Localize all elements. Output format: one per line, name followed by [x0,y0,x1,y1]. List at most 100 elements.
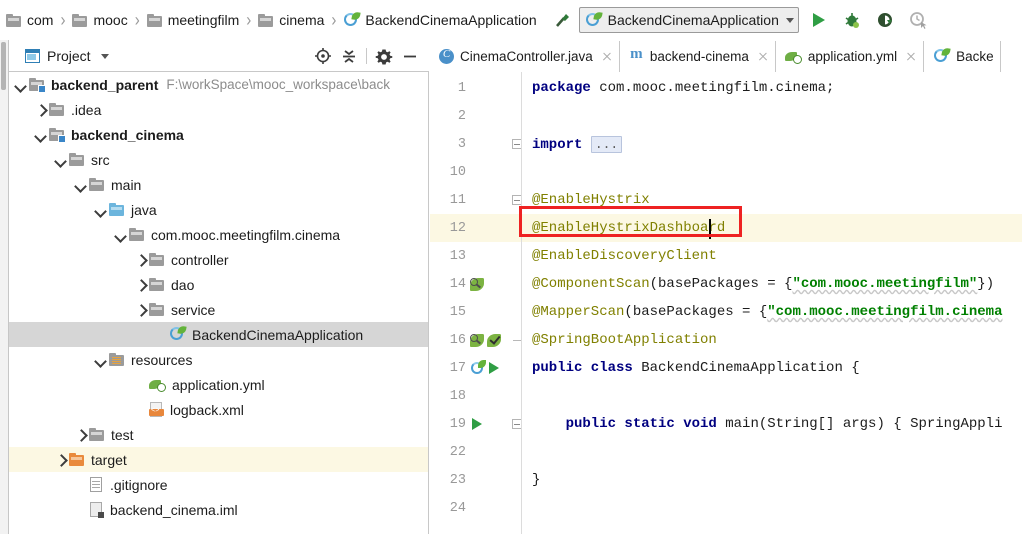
tree-node--idea[interactable]: .idea [9,97,428,122]
tree-node-src[interactable]: src [9,147,428,172]
code-line[interactable]: @EnableDiscoveryClient [522,242,1023,270]
editor-tab-cinemacontroller-java[interactable]: CinemaController.java [430,41,620,72]
editor-tab-backend-cinema[interactable]: backend-cinema [619,41,776,72]
code-line[interactable]: @EnableHystrixDashboard [522,214,1023,242]
scroll-from-source-button[interactable] [310,43,336,69]
chevron-down-icon[interactable] [33,127,49,143]
tree-node-resources[interactable]: resources [9,347,428,372]
chevron-down-icon[interactable] [113,227,129,243]
chevron-down-icon[interactable] [785,17,794,23]
close-icon[interactable] [905,51,917,63]
code-line[interactable] [522,102,1023,130]
scrollbar-thumb[interactable] [1,42,6,90]
code-line[interactable]: @MapperScan(basePackages = {"com.mooc.me… [522,298,1023,326]
gutter-row[interactable]: 14 [430,270,522,298]
spring-config-gutter-icon[interactable] [487,332,502,348]
spring-bean-gutter-icon[interactable] [470,277,485,292]
hide-panel-button[interactable] [397,43,423,69]
tree-node-backend-cinema-iml[interactable]: backend_cinema.iml [9,497,428,522]
code-line[interactable] [522,382,1023,410]
tree-node-service[interactable]: service [9,297,428,322]
gutter-row[interactable]: 19 [430,410,522,438]
build-hammer-button[interactable] [553,10,573,30]
settings-button[interactable] [371,43,397,69]
run-configuration-selector[interactable]: BackendCinemaApplication [578,7,799,33]
gutter-row[interactable]: 10 [430,158,522,186]
code-line[interactable] [522,158,1023,186]
tree-node-java[interactable]: java [9,197,428,222]
chevron-down-icon[interactable] [93,352,109,368]
project-title-group[interactable]: Project [25,48,109,64]
editor-tab-bar[interactable]: CinemaController.java backend-cinema appli… [430,40,1023,73]
code-line[interactable]: @ComponentScan(basePackages = {"com.mooc… [522,270,1023,298]
chevron-down-icon[interactable] [93,202,109,218]
tree-node-com-mooc-meetingfilm-cinema[interactable]: com.mooc.meetingfilm.cinema [9,222,428,247]
chevron-right-icon[interactable] [53,452,69,468]
code-line[interactable]: @SpringBootApplication [522,326,1023,354]
tree-node-main[interactable]: main [9,172,428,197]
breadcrumb-item-backendcinemaapplication[interactable]: BackendCinemaApplication [341,7,538,33]
gutter-row[interactable]: 1 [430,74,522,102]
chevron-right-icon[interactable] [33,102,49,118]
gutter-row[interactable]: 22 [430,438,522,466]
breadcrumb-item-com[interactable]: com [4,7,55,33]
tree-node-backend-parent[interactable]: backend_parent F:\workSpace\mooc_workspac… [9,72,428,97]
gutter-row[interactable]: 12 [430,214,522,242]
code-line[interactable]: public static void main(String[] args) {… [522,410,1023,438]
chevron-down-icon[interactable] [73,177,89,193]
editor-gutter[interactable]: 1 2 3 10 11 12 13 14 15 16 17 18 19 22 23 24 [430,72,522,534]
gutter-row[interactable]: 18 [430,382,522,410]
gutter-row[interactable]: 16 [430,326,522,354]
code-line[interactable] [522,494,1023,522]
gutter-row[interactable]: 11 [430,186,522,214]
chevron-down-icon[interactable] [13,77,29,93]
run-coverage-button[interactable] [875,10,895,30]
run-button[interactable] [809,10,829,30]
code-line[interactable]: @EnableHystrix [522,186,1023,214]
gutter-row[interactable]: 24 [430,494,522,522]
tree-node-application-yml[interactable]: application.yml [9,372,428,397]
tree-node-backendcinemaapplication[interactable]: BackendCinemaApplication [9,322,428,347]
tree-node-logback-xml[interactable]: logback.xml [9,397,428,422]
collapse-all-button[interactable] [336,43,362,69]
code-line[interactable]: } [522,466,1023,494]
gutter-row[interactable]: 15 [430,298,522,326]
spring-bean-gutter-icon[interactable] [470,333,485,348]
editor-tab-backe[interactable]: Backe [924,41,1001,72]
spring-boot-gutter-icon[interactable] [470,359,486,376]
tree-node--gitignore[interactable]: .gitignore [9,472,428,497]
code-text-area[interactable]: package com.mooc.meetingfilm.cinema; impo… [522,72,1023,534]
tree-node-controller[interactable]: controller [9,247,428,272]
project-tree[interactable]: backend_parent F:\workSpace\mooc_workspac… [9,72,429,534]
gutter-row[interactable]: 23 [430,466,522,494]
tree-node-target[interactable]: target [9,447,428,472]
breadcrumb-item-cinema[interactable]: cinema [256,7,326,33]
chevron-right-icon[interactable] [133,302,149,318]
code-line[interactable]: public class BackendCinemaApplication { [522,354,1023,382]
code-line[interactable]: package com.mooc.meetingfilm.cinema; [522,74,1023,102]
breadcrumb-item-meetingfilm[interactable]: meetingfilm [145,7,242,33]
debug-button[interactable] [842,10,862,30]
gutter-row[interactable]: 3 [430,130,522,158]
close-icon[interactable] [757,51,769,63]
chevron-down-icon[interactable] [53,152,69,168]
tree-node-backend-cinema[interactable]: backend_cinema [9,122,428,147]
chevron-right-icon[interactable] [133,277,149,293]
profiler-button[interactable] [908,10,928,30]
editor-tab-application-yml[interactable]: application.yml [775,41,925,72]
code-line[interactable] [522,438,1023,466]
close-icon[interactable] [601,51,613,63]
run-gutter-icon[interactable] [487,361,502,376]
code-line[interactable]: import ... [522,130,1023,158]
tree-node-dao[interactable]: dao [9,272,428,297]
tree-node-test[interactable]: test [9,422,428,447]
code-editor[interactable]: 1 2 3 10 11 12 13 14 15 16 17 18 19 22 23 24 package co… [430,72,1023,534]
chevron-down-icon[interactable] [100,53,109,59]
chevron-right-icon[interactable] [133,252,149,268]
chevron-right-icon[interactable] [73,427,89,443]
gutter-row[interactable]: 2 [430,102,522,130]
gutter-row[interactable]: 17 [430,354,522,382]
gutter-row[interactable]: 13 [430,242,522,270]
run-gutter-icon[interactable] [470,417,485,432]
breadcrumb-item-mooc[interactable]: mooc [70,7,129,33]
